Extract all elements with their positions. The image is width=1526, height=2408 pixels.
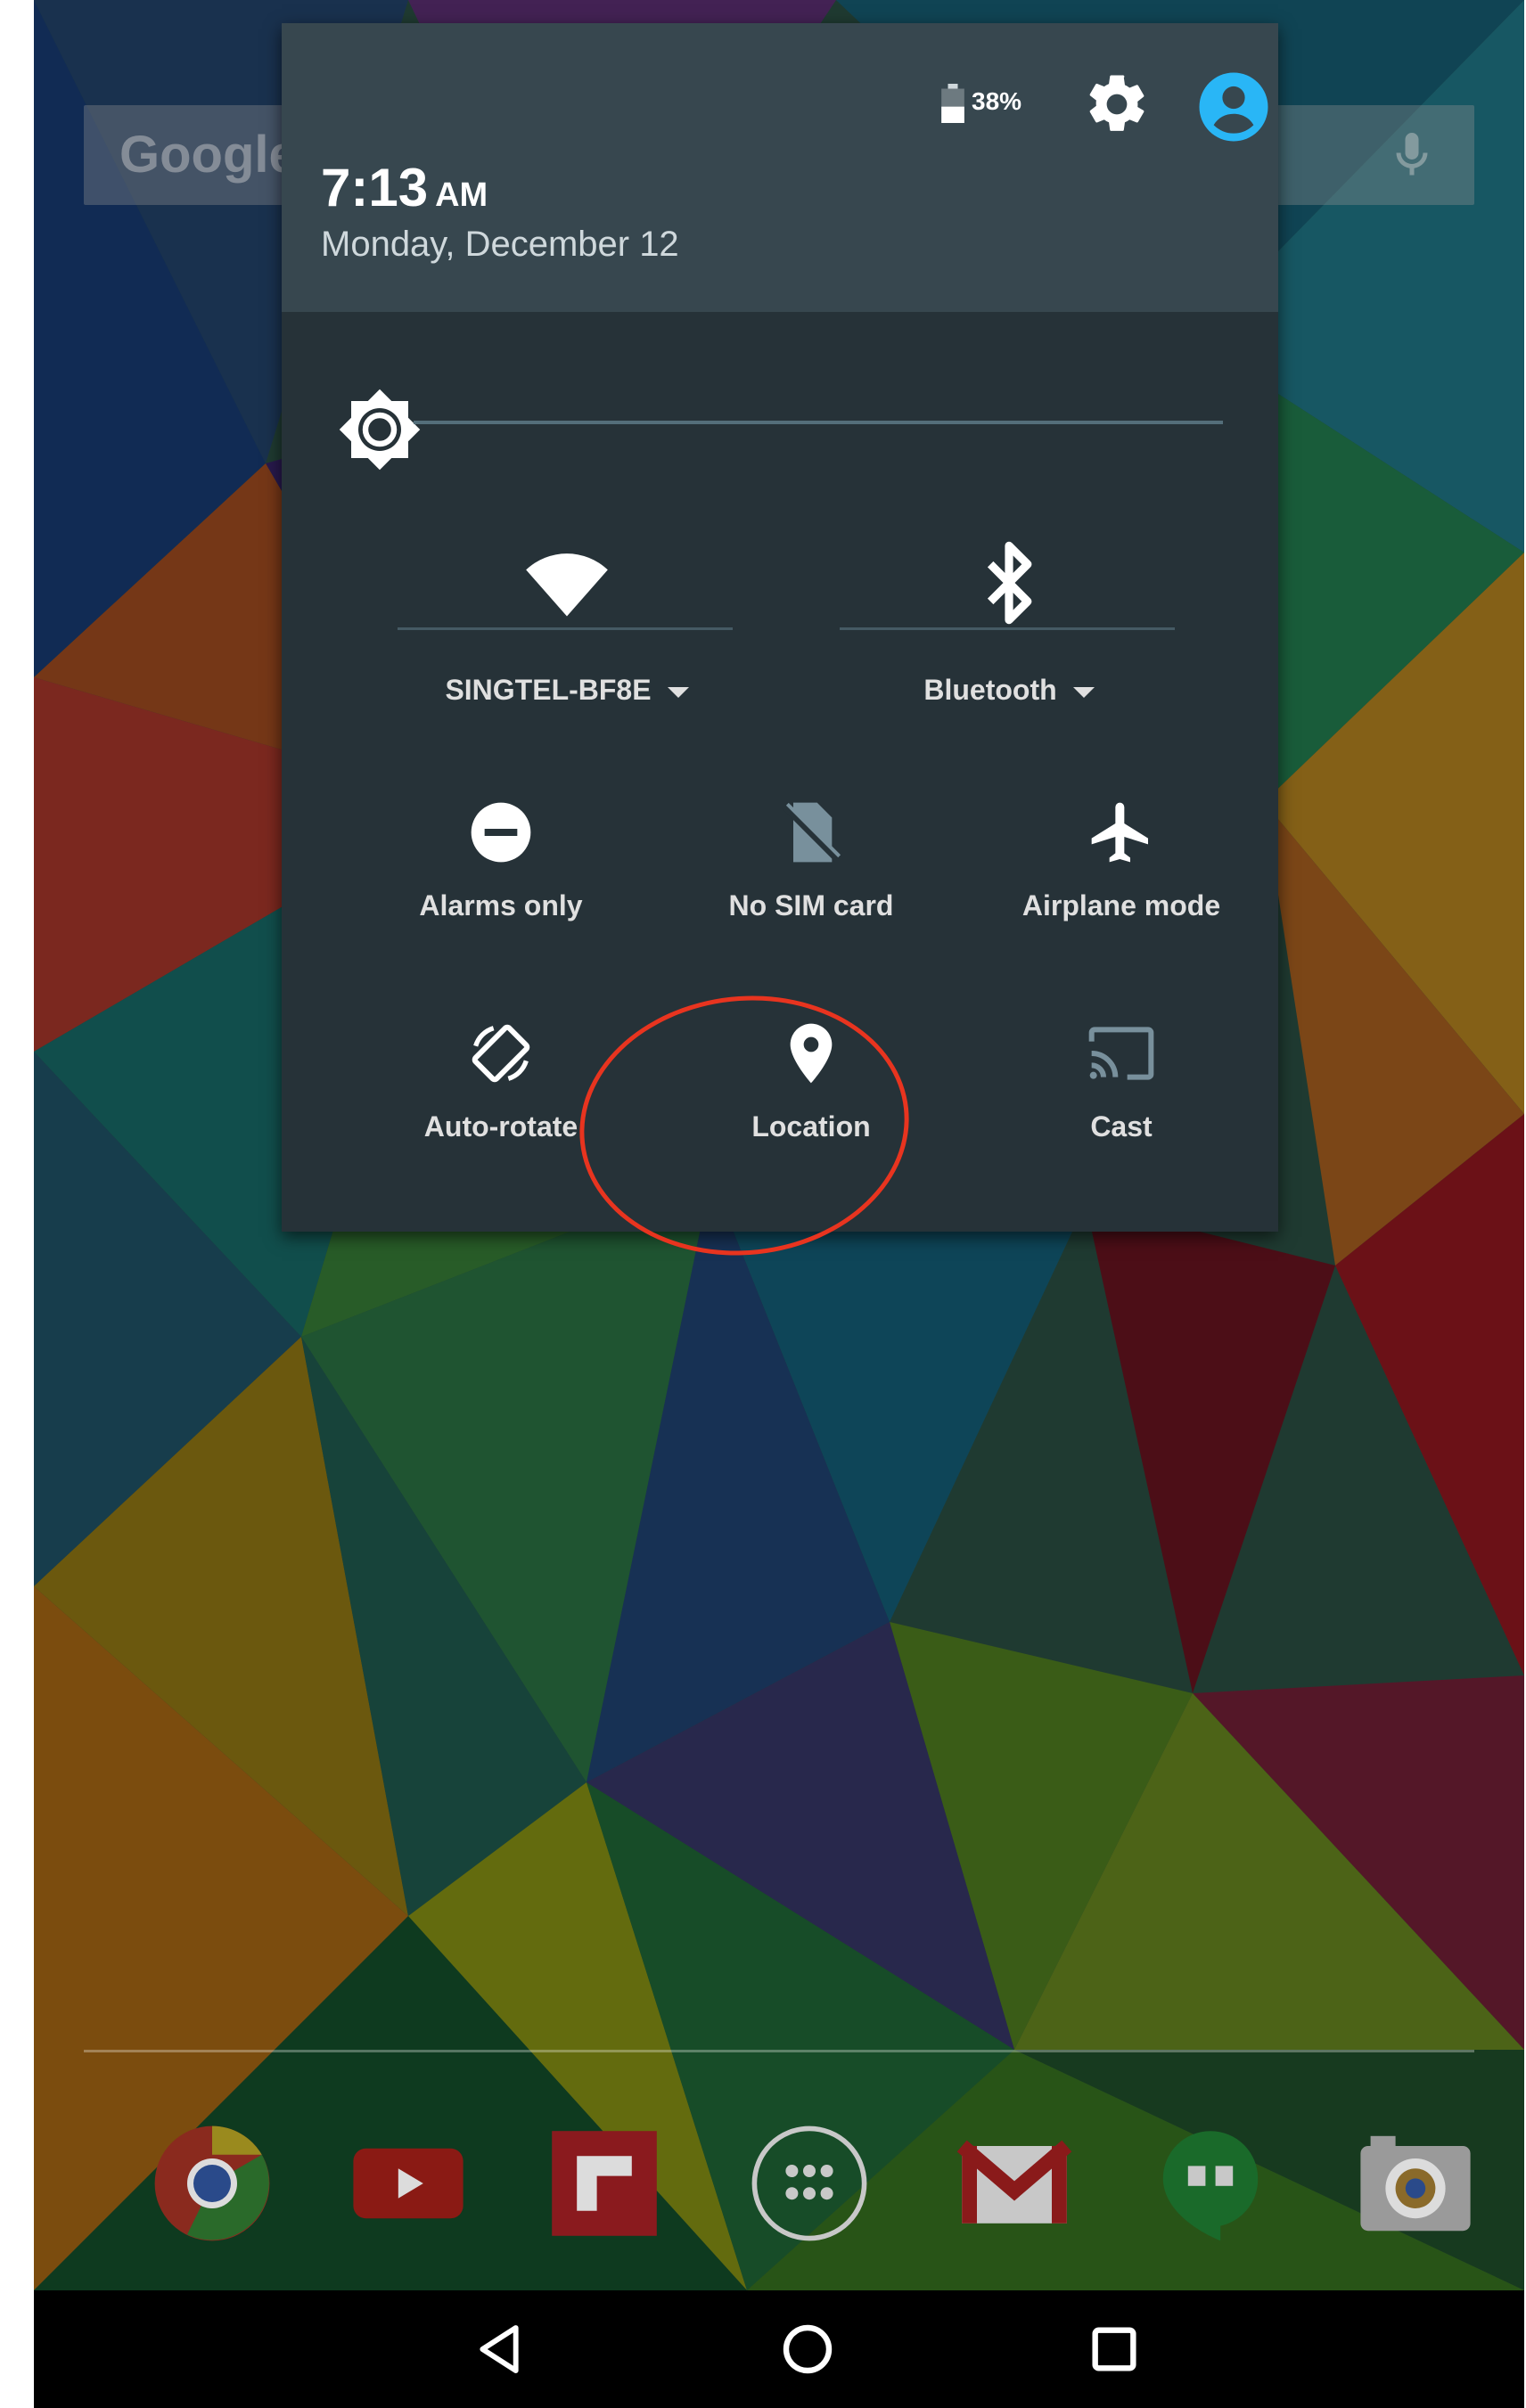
tile-label: No SIM card — [728, 889, 894, 921]
clock-time: 7:13 — [321, 158, 429, 217]
clock[interactable]: 7:13 AM — [321, 157, 488, 218]
clock-ampm: AM — [435, 176, 488, 214]
tile-no-sim-card[interactable]: No SIM card — [677, 797, 945, 975]
recents-icon[interactable] — [1086, 2321, 1143, 2378]
settings-gear-icon[interactable] — [1082, 70, 1152, 139]
wifi-icon — [526, 553, 608, 617]
wifi-network-name: SINGTEL-BF8E — [445, 674, 652, 706]
bluetooth-tile-divider — [840, 627, 1175, 630]
bluetooth-name: Bluetooth — [923, 674, 1057, 706]
cast-icon — [1088, 1027, 1154, 1080]
bluetooth-icon — [987, 541, 1032, 625]
youtube-icon[interactable] — [346, 2121, 471, 2246]
chrome-icon[interactable] — [150, 2121, 275, 2246]
bluetooth-dropdown-icon — [1072, 686, 1095, 698]
quick-settings-panel: 7:13 AM Monday, December 12 38% SINGTEL-… — [282, 23, 1278, 1272]
date-text[interactable]: Monday, December 12 — [321, 225, 679, 265]
no-sim-icon — [781, 802, 841, 863]
gmail-icon[interactable] — [952, 2121, 1077, 2246]
tile-cast[interactable]: Cast — [988, 1018, 1255, 1196]
tile-label: Alarms only — [419, 889, 583, 921]
do-not-disturb-icon — [471, 802, 531, 863]
battery-percentage: 38% — [972, 87, 1022, 115]
tile-airplane-mode[interactable]: Airplane mode — [988, 797, 1255, 975]
microphone-icon[interactable] — [1385, 127, 1439, 184]
brightness-slider-thumb[interactable] — [337, 387, 423, 472]
android-screen: Google 7:13 AM Monday, December 12 38% S… — [34, 0, 1524, 2408]
battery-icon — [941, 84, 964, 123]
hangouts-icon[interactable] — [1148, 2121, 1273, 2246]
google-logo: Google — [119, 126, 298, 184]
wifi-dropdown-icon — [667, 686, 689, 698]
bluetooth-tile[interactable]: Bluetooth — [840, 522, 1178, 745]
wifi-network-label[interactable]: SINGTEL-BF8E — [398, 674, 736, 707]
tile-label: Airplane mode — [1021, 889, 1221, 921]
camera-icon[interactable] — [1353, 2121, 1478, 2246]
user-account-icon[interactable] — [1196, 70, 1271, 144]
home-icon[interactable] — [779, 2321, 836, 2378]
tile-alarms-only[interactable]: Alarms only — [367, 797, 635, 975]
dock-divider — [84, 2050, 1474, 2052]
brightness-slider-track[interactable] — [414, 421, 1223, 424]
tile-label: Cast — [1090, 1110, 1153, 1143]
navigation-bar — [34, 2290, 1524, 2408]
bluetooth-label[interactable]: Bluetooth — [840, 674, 1178, 707]
back-icon[interactable] — [471, 2321, 528, 2378]
wifi-tile-divider — [398, 627, 733, 630]
auto-rotate-icon — [472, 1024, 530, 1083]
airplane-icon — [1091, 802, 1148, 863]
app-drawer-icon[interactable] — [747, 2121, 872, 2246]
flipboard-icon[interactable] — [542, 2121, 667, 2246]
quick-settings-header: 7:13 AM Monday, December 12 38% — [282, 23, 1278, 312]
wifi-tile[interactable]: SINGTEL-BF8E — [398, 522, 736, 745]
